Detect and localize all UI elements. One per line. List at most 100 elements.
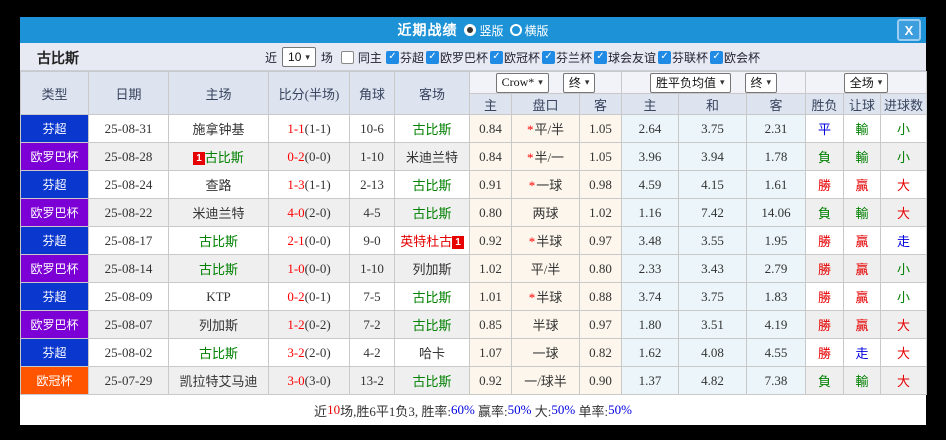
wdl-mode-select[interactable]: 胜平负均值 ▾	[649, 72, 731, 93]
away-team-cell: 列加斯	[394, 254, 470, 283]
summary-part: 场,胜6平1负3, 胜率:	[340, 403, 451, 419]
scope-select[interactable]: 全场 ▾	[843, 72, 889, 93]
checked-checkbox-icon[interactable]: ✓	[658, 50, 672, 64]
table-row: 欧冠杯 25-07-29 凯拉特艾马迪 3-0(3-0) 13-2 古比斯 0.92 一/球半…	[20, 366, 928, 395]
checked-checkbox-icon[interactable]: ✓	[385, 50, 399, 64]
eu-away-odds: 14.06	[746, 198, 807, 227]
result-handicap: 輸	[843, 142, 882, 171]
league-filter-item[interactable]: ✓ 芬兰杯	[540, 49, 592, 66]
ah-away-odds: 0.80	[578, 254, 623, 283]
sub-header-ah-line: 盘口	[511, 93, 580, 115]
home-team-cell: 米迪兰特	[168, 198, 269, 227]
result-goals: 走	[880, 226, 928, 255]
ah-away-odds: 1.05	[578, 142, 623, 171]
odds-time-select[interactable]: 终 ▾	[562, 72, 596, 93]
ah-away-odds: 1.05	[578, 114, 623, 143]
full-time-score: 1-0	[287, 260, 305, 276]
league-filter-item[interactable]: ✓ 球会友谊	[592, 49, 656, 66]
eu-home-odds: 4.59	[621, 170, 680, 199]
radio-selected-icon[interactable]	[464, 24, 477, 36]
checked-checkbox-icon[interactable]: ✓	[541, 50, 555, 64]
eu-draw-odds: 4.08	[678, 338, 748, 367]
home-team-cell: 凯拉特艾马迪	[168, 366, 269, 395]
league-filter-item[interactable]: ✓ 欧会杯	[708, 49, 760, 66]
corner-count: 1-10	[349, 142, 395, 171]
summary-part: 单率:	[575, 403, 609, 419]
home-team-name: 古比斯	[204, 150, 244, 165]
col-header-date: 日期	[88, 71, 169, 115]
handicap-text: 半球	[532, 318, 559, 333]
match-date: 25-08-02	[88, 338, 169, 367]
result-goals: 大	[880, 338, 928, 367]
same-home-checkbox[interactable]: ✓	[340, 50, 354, 64]
summary-part: 大:	[531, 403, 552, 419]
match-date: 25-08-17	[88, 226, 169, 255]
team-name: 古比斯	[37, 50, 79, 66]
ah-home-odds: 0.92	[469, 226, 512, 255]
recent-suffix-label: 场	[320, 50, 333, 65]
result-goals: 大	[880, 366, 928, 395]
eu-home-odds: 1.62	[621, 338, 680, 367]
result-handicap: 輸	[843, 366, 882, 395]
match-date: 25-08-07	[88, 310, 169, 339]
chevron-down-icon: ▾	[877, 77, 883, 87]
recent-count-select[interactable]: 10 ▾	[282, 47, 316, 67]
match-date: 25-08-31	[88, 114, 169, 143]
close-button[interactable]: X	[897, 19, 921, 41]
handicap-text: 一球	[532, 346, 559, 361]
away-team-cell: 古比斯	[394, 310, 470, 339]
checked-checkbox-icon[interactable]: ✓	[489, 50, 503, 64]
ah-handicap-line: *一球	[511, 170, 580, 199]
checked-checkbox-icon[interactable]: ✓	[710, 50, 724, 64]
checked-checkbox-icon[interactable]: ✓	[594, 50, 607, 64]
ah-handicap-line: 半球	[511, 310, 580, 339]
score-cell: 3-2(2-0)	[268, 338, 350, 367]
full-time-score: 2-1	[287, 232, 305, 248]
away-team-name: 米迪兰特	[405, 150, 458, 165]
radio-unselected-icon[interactable]	[509, 24, 522, 36]
sub-header-result-ah: 让球	[843, 93, 882, 115]
score-cell: 1-1(1-1)	[268, 114, 350, 143]
half-time-score: (1-1)	[304, 120, 331, 136]
wdl-time-select[interactable]: 终 ▾	[744, 72, 778, 93]
sub-header-ah-home: 主	[469, 93, 512, 115]
result-wdl: 勝	[805, 310, 845, 339]
odds-company-value: Crow*	[501, 75, 535, 89]
same-home-label: 同主	[357, 50, 382, 65]
eu-draw-odds: 3.75	[678, 114, 748, 143]
home-team-cell: 古比斯	[168, 254, 269, 283]
league-filter-item[interactable]: ✓ 芬超	[384, 49, 424, 66]
full-time-score: 1-2	[287, 316, 305, 332]
layout-horizontal-option[interactable]: 横版	[509, 22, 549, 39]
league-filter-item[interactable]: ✓ 欧罗巴杯	[424, 49, 488, 66]
ah-away-odds: 0.97	[578, 226, 623, 255]
sub-header-result-ou: 进球数	[880, 93, 928, 115]
ah-handicap-line: *平/半	[511, 114, 580, 143]
league-filter-item[interactable]: ✓ 芬联杯	[656, 49, 708, 66]
checked-checkbox-icon[interactable]: ✓	[425, 50, 439, 64]
result-handicap: 贏	[843, 310, 882, 339]
full-time-score: 1-3	[287, 176, 305, 192]
layout-radio-group: 竖版 横版	[464, 22, 549, 39]
eu-draw-odds: 3.75	[678, 282, 748, 311]
half-time-score: (0-2)	[304, 316, 331, 332]
red-card-badge: 1	[193, 152, 205, 165]
eu-away-odds: 1.61	[746, 170, 807, 199]
eu-away-odds: 1.95	[746, 226, 807, 255]
col-header-type: 类型	[20, 71, 89, 115]
popup-titlebar: 近期战绩 竖版 横版 X	[20, 17, 926, 43]
col-header-corner: 角球	[349, 71, 395, 115]
ah-away-odds: 0.90	[578, 366, 623, 395]
result-wdl: 平	[805, 114, 845, 143]
home-team-name: 查路	[205, 178, 232, 193]
league-filter-item[interactable]: ✓ 欧冠杯	[488, 49, 540, 66]
half-time-score: (0-0)	[304, 232, 331, 248]
layout-vertical-option[interactable]: 竖版	[464, 22, 504, 39]
odds-company-select[interactable]: Crow* ▾	[495, 72, 549, 93]
scope-select-cell: 全场 ▾	[805, 71, 928, 94]
home-team-name: 古比斯	[198, 234, 238, 249]
score-cell: 4-0(2-0)	[268, 198, 350, 227]
home-team-cell: KTP	[168, 282, 269, 311]
sub-header-result-wdl: 胜负	[805, 93, 845, 115]
result-handicap: 走	[843, 338, 882, 367]
